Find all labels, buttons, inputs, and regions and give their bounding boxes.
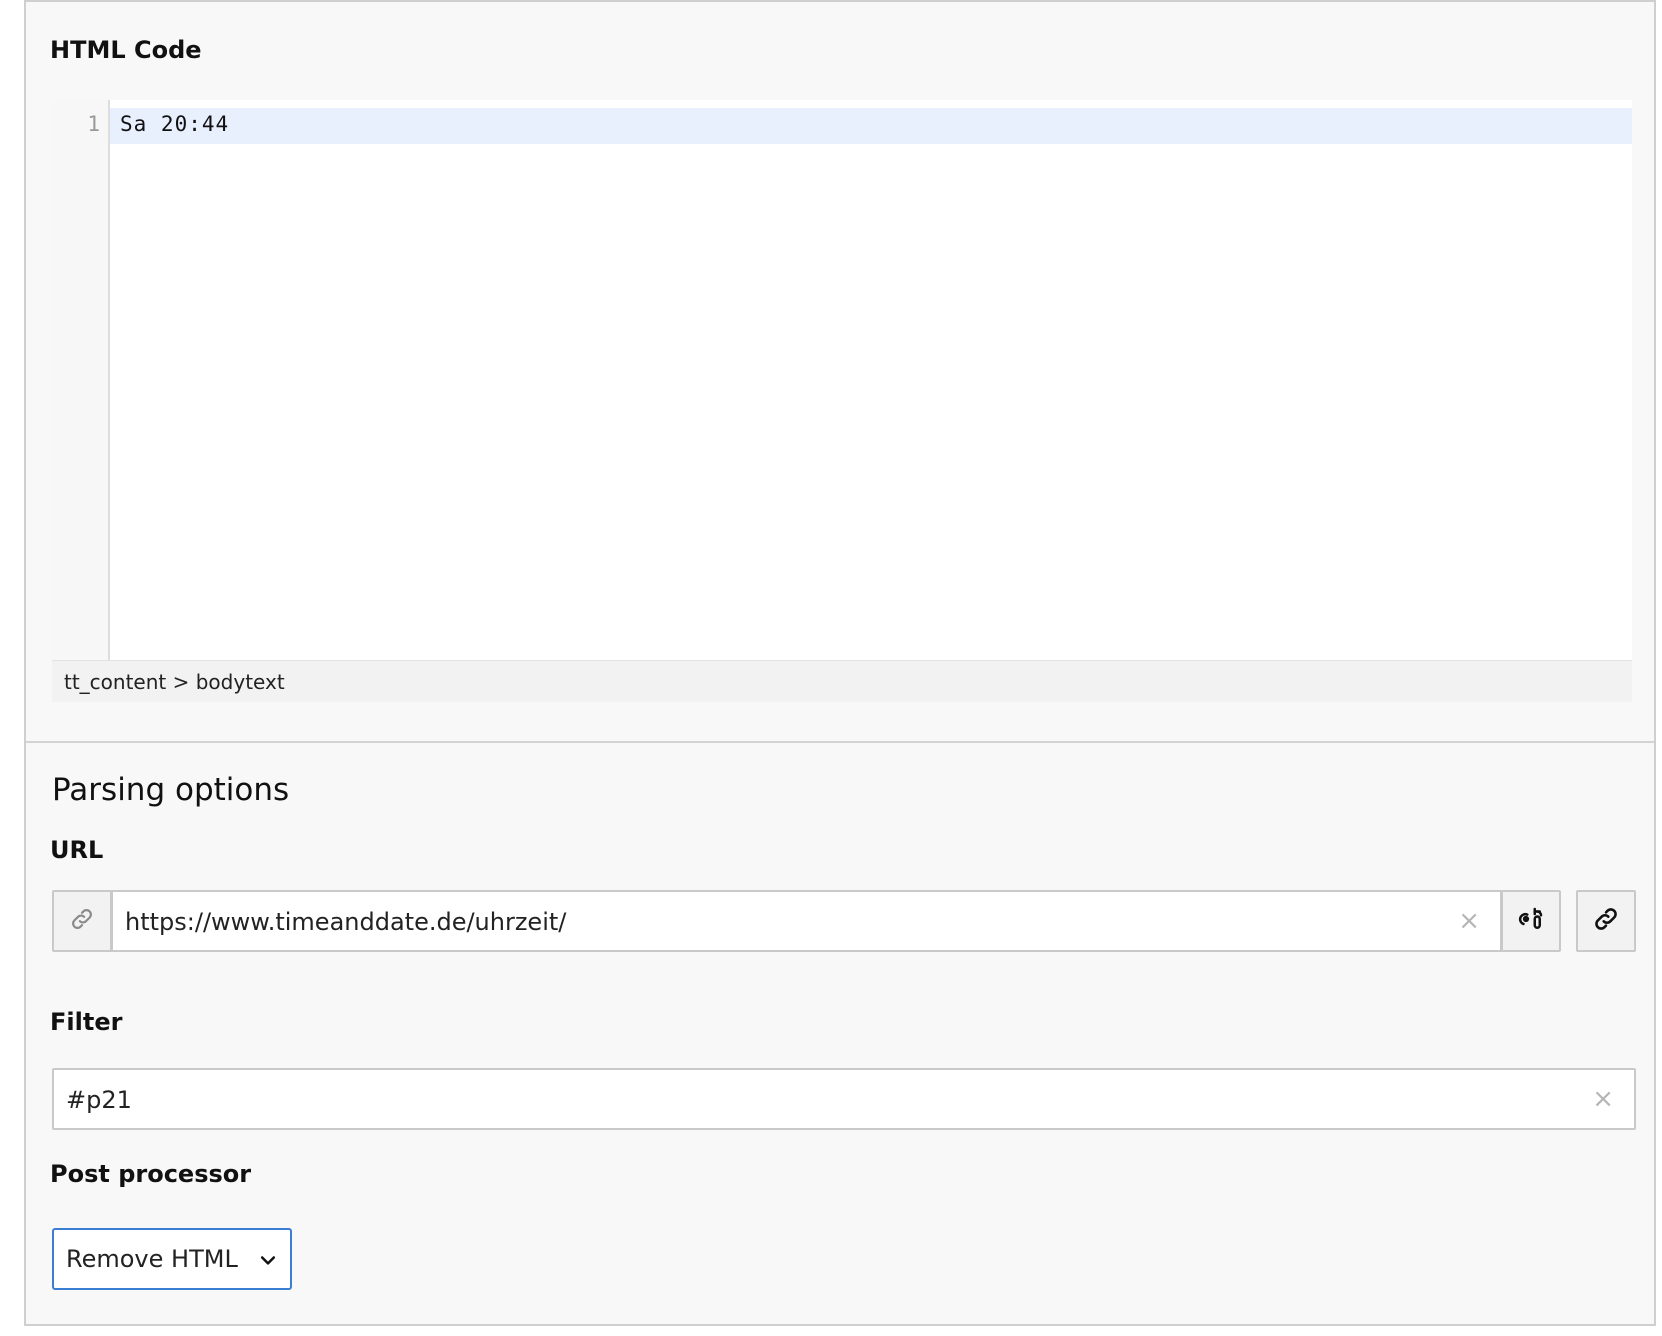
link-icon [1592,905,1620,937]
html-code-section: HTML Code 1 Sa 20:44 tt_content > bodyte… [26,2,1654,742]
url-addon [52,890,112,952]
section-divider [26,741,1654,743]
line-number: 1 [87,112,100,136]
unlink-icon [1516,904,1546,938]
filter-label: Filter [50,1008,123,1036]
url-input[interactable]: https://www.timeanddate.de/uhrzeit/ × [111,890,1502,952]
url-value[interactable]: https://www.timeanddate.de/uhrzeit/ [125,908,566,936]
filter-clear-button[interactable]: × [1592,1084,1614,1114]
field-path: tt_content > bodytext [64,670,285,694]
line-number-gutter: 1 [52,100,110,660]
post-processor-selected[interactable]: Remove HTML [66,1245,238,1273]
url-input-group: https://www.timeanddate.de/uhrzeit/ × [52,890,1636,952]
link-icon [69,906,95,936]
form-panel: HTML Code 1 Sa 20:44 tt_content > bodyte… [24,0,1656,1326]
url-clear-button[interactable]: × [1458,906,1480,936]
post-processor-select[interactable]: Remove HTML [52,1228,292,1290]
active-line-highlight [110,108,1632,144]
url-label: URL [50,836,104,864]
code-line[interactable]: Sa 20:44 [120,112,229,136]
code-editor[interactable]: 1 Sa 20:44 tt_content > bodytext [52,100,1632,702]
post-processor-label: Post processor [50,1160,252,1188]
code-area[interactable]: Sa 20:44 [110,100,1632,660]
chevron-down-icon [258,1250,278,1274]
unlink-button[interactable] [1501,890,1561,952]
html-code-label: HTML Code [50,36,202,64]
link-browser-button[interactable] [1576,890,1636,952]
filter-value[interactable]: #p21 [66,1086,132,1114]
filter-input[interactable]: #p21 × [52,1068,1636,1130]
parsing-options-heading: Parsing options [52,772,290,808]
editor-statusbar: tt_content > bodytext [52,660,1632,702]
